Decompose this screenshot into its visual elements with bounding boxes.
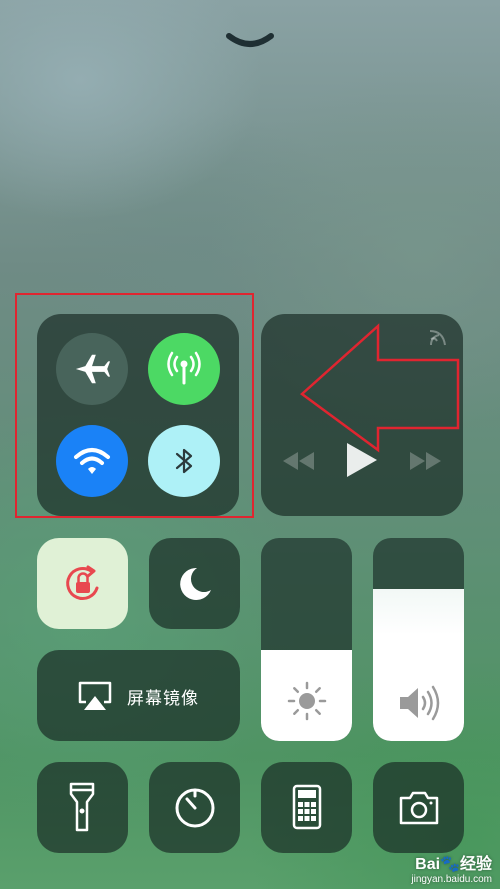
paw-icon: 🐾 xyxy=(440,856,460,873)
screen-mirroring-label: 屏幕镜像 xyxy=(127,689,199,708)
dismiss-chevron-icon[interactable] xyxy=(225,30,275,52)
orientation-lock-button[interactable] xyxy=(37,538,128,629)
calculator-icon xyxy=(292,784,322,830)
timer-icon xyxy=(175,788,215,828)
flashlight-button[interactable] xyxy=(37,762,128,853)
orientation-lock-icon xyxy=(66,565,99,600)
watermark-brand-cn: 经验 xyxy=(459,856,492,873)
watermark-brand: Bai xyxy=(415,856,441,873)
do-not-disturb-button[interactable] xyxy=(149,538,240,629)
moon-icon xyxy=(180,567,211,600)
camera-icon xyxy=(399,791,439,825)
annotation-arrow xyxy=(300,323,460,453)
airplay-screen-icon xyxy=(78,681,112,710)
brightness-slider[interactable] xyxy=(261,538,352,741)
calculator-button[interactable] xyxy=(261,762,352,853)
baidu-jingyan-watermark: Bai🐾经验 jingyan.baidu.com xyxy=(411,850,492,885)
annotation-highlight-box xyxy=(15,293,254,518)
timer-button[interactable] xyxy=(149,762,240,853)
screen-mirroring-button[interactable]: 屏幕镜像 xyxy=(37,650,240,741)
watermark-url: jingyan.baidu.com xyxy=(411,874,492,885)
speaker-icon xyxy=(399,685,439,721)
brightness-sun-icon xyxy=(287,681,326,721)
camera-button[interactable] xyxy=(373,762,464,853)
flashlight-icon xyxy=(69,782,95,832)
volume-slider[interactable] xyxy=(373,538,464,741)
